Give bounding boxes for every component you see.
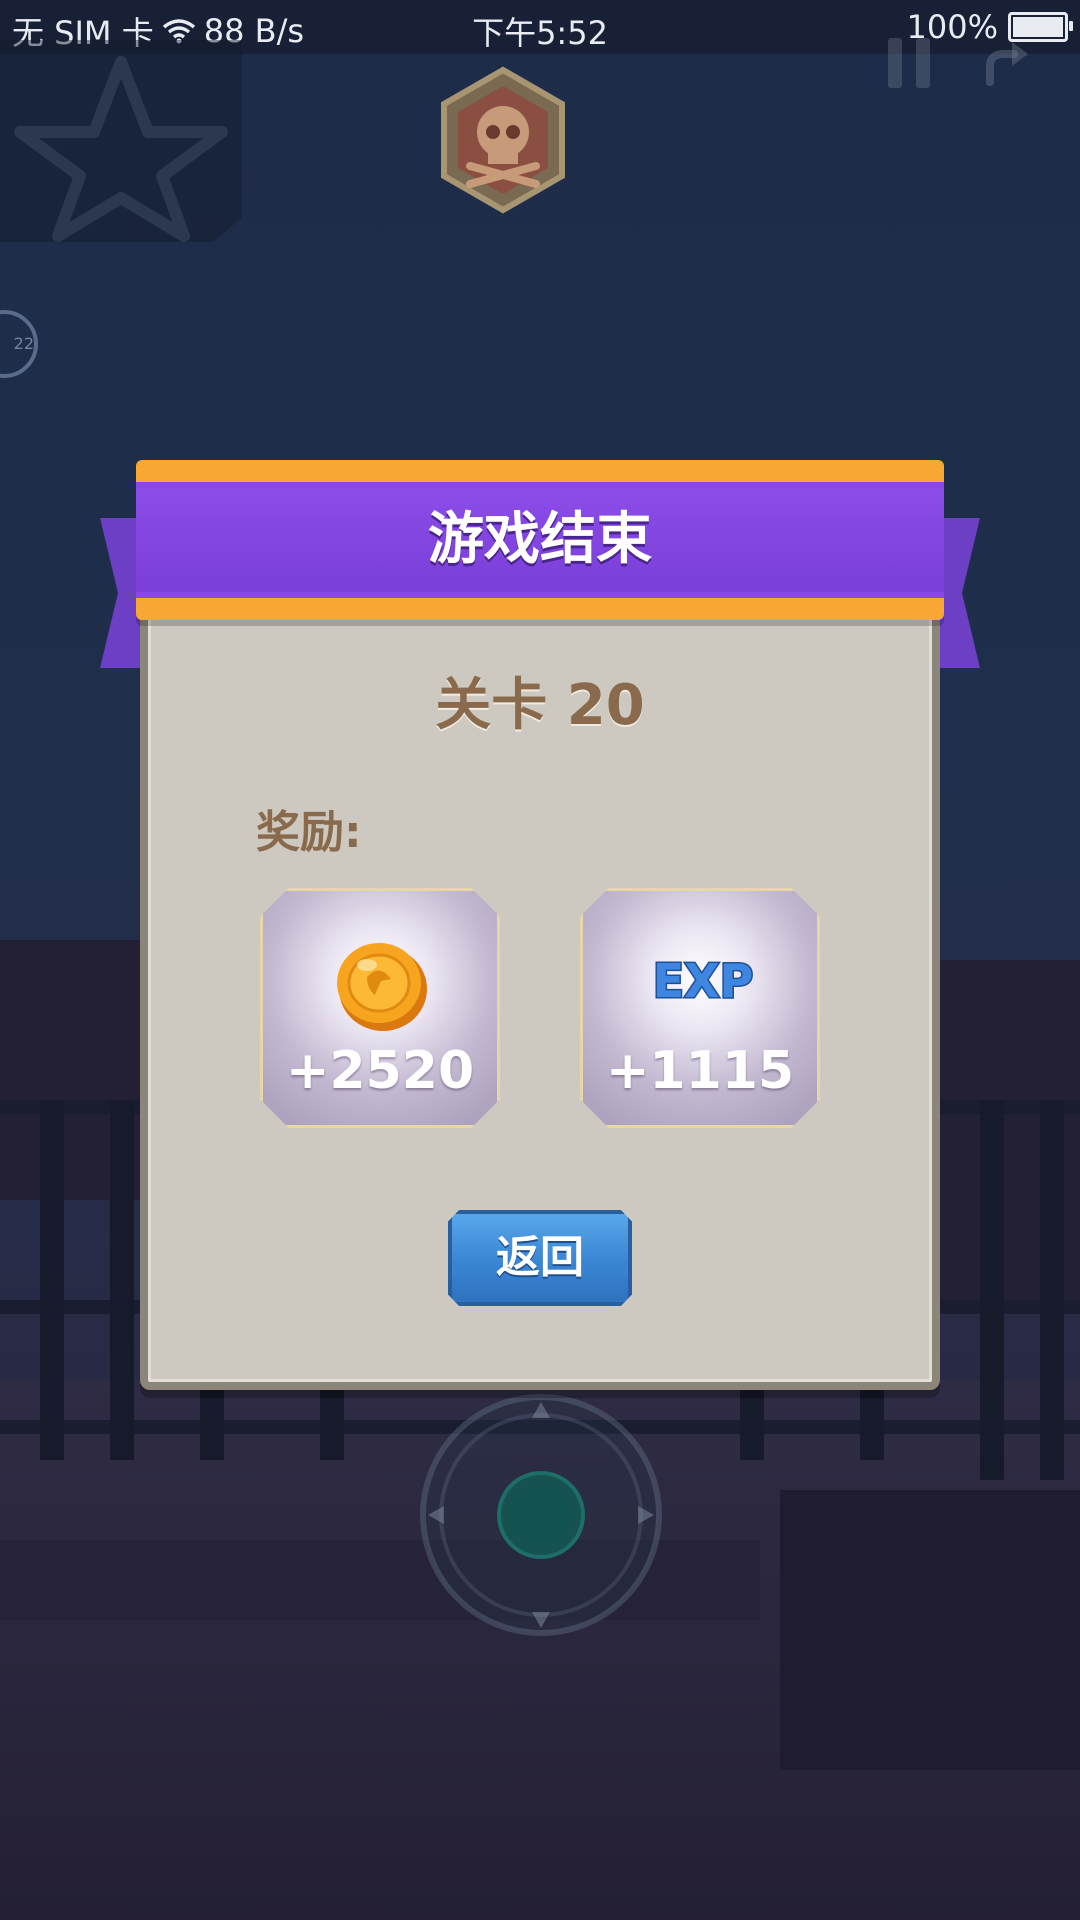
- rewards-label: 奖励:: [256, 807, 362, 858]
- railing-post: [980, 1100, 1004, 1480]
- pause-bar: [888, 38, 902, 88]
- railing-post: [1040, 1100, 1064, 1480]
- coin-reward-amount: +2520: [285, 1041, 475, 1101]
- reward-card-exp: EXP +1115: [580, 888, 820, 1128]
- reward-card-coins: +2520: [260, 888, 500, 1128]
- coin-icon: [337, 943, 427, 1031]
- skull-badge-icon[interactable]: [438, 66, 568, 214]
- level-label: 关卡 20: [435, 673, 645, 738]
- pause-button[interactable]: [888, 38, 932, 88]
- pause-bar: [916, 38, 930, 88]
- star-panel[interactable]: [0, 40, 242, 242]
- dialog-title: 游戏结束: [428, 507, 652, 572]
- title-ribbon: 游戏结束: [136, 460, 944, 620]
- exp-icon: EXP: [651, 953, 755, 1010]
- exp-icon-label: EXP: [653, 954, 754, 1008]
- redo-icon[interactable]: [980, 36, 1032, 88]
- railing-post: [40, 1100, 64, 1460]
- joystick-control[interactable]: [418, 1392, 664, 1638]
- exp-reward-amount: +1115: [605, 1041, 795, 1101]
- scene-block: [780, 1490, 1080, 1770]
- star-icon: [14, 56, 228, 242]
- back-button[interactable]: 返回: [448, 1210, 632, 1306]
- game-over-dialog: 游戏结束 关卡 20 奖励: +2520 EXP +1115 返回: [100, 460, 980, 1400]
